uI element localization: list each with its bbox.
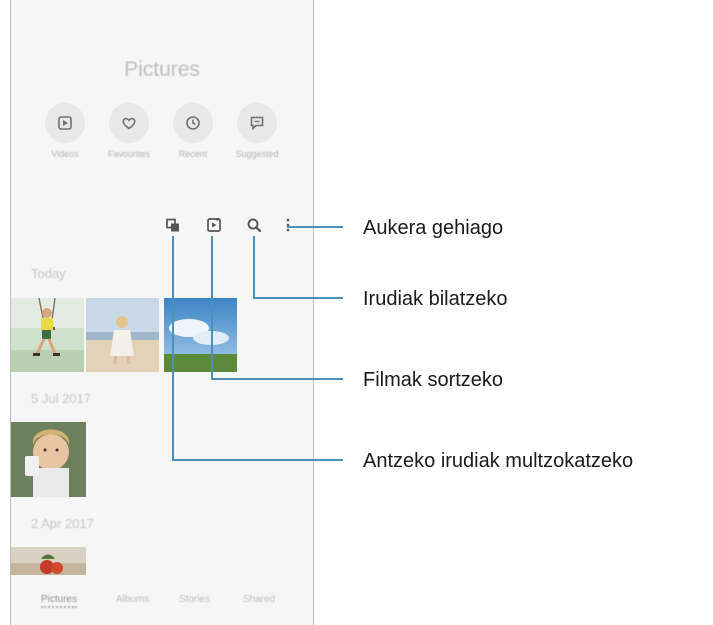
callout-leader-lines: [172, 226, 343, 461]
callout-search: Irudiak bilatzeko: [363, 288, 508, 310]
leader-create-movie: [211, 236, 343, 380]
leader-group-similar: [172, 236, 343, 461]
callout-more-options: Aukera gehiago: [363, 217, 504, 239]
leader-search: [253, 236, 343, 299]
callout-group-similar: Antzeko irudiak multzokatzeko: [363, 450, 634, 472]
callout-create-movie: Filmak sortzeko: [363, 369, 504, 391]
